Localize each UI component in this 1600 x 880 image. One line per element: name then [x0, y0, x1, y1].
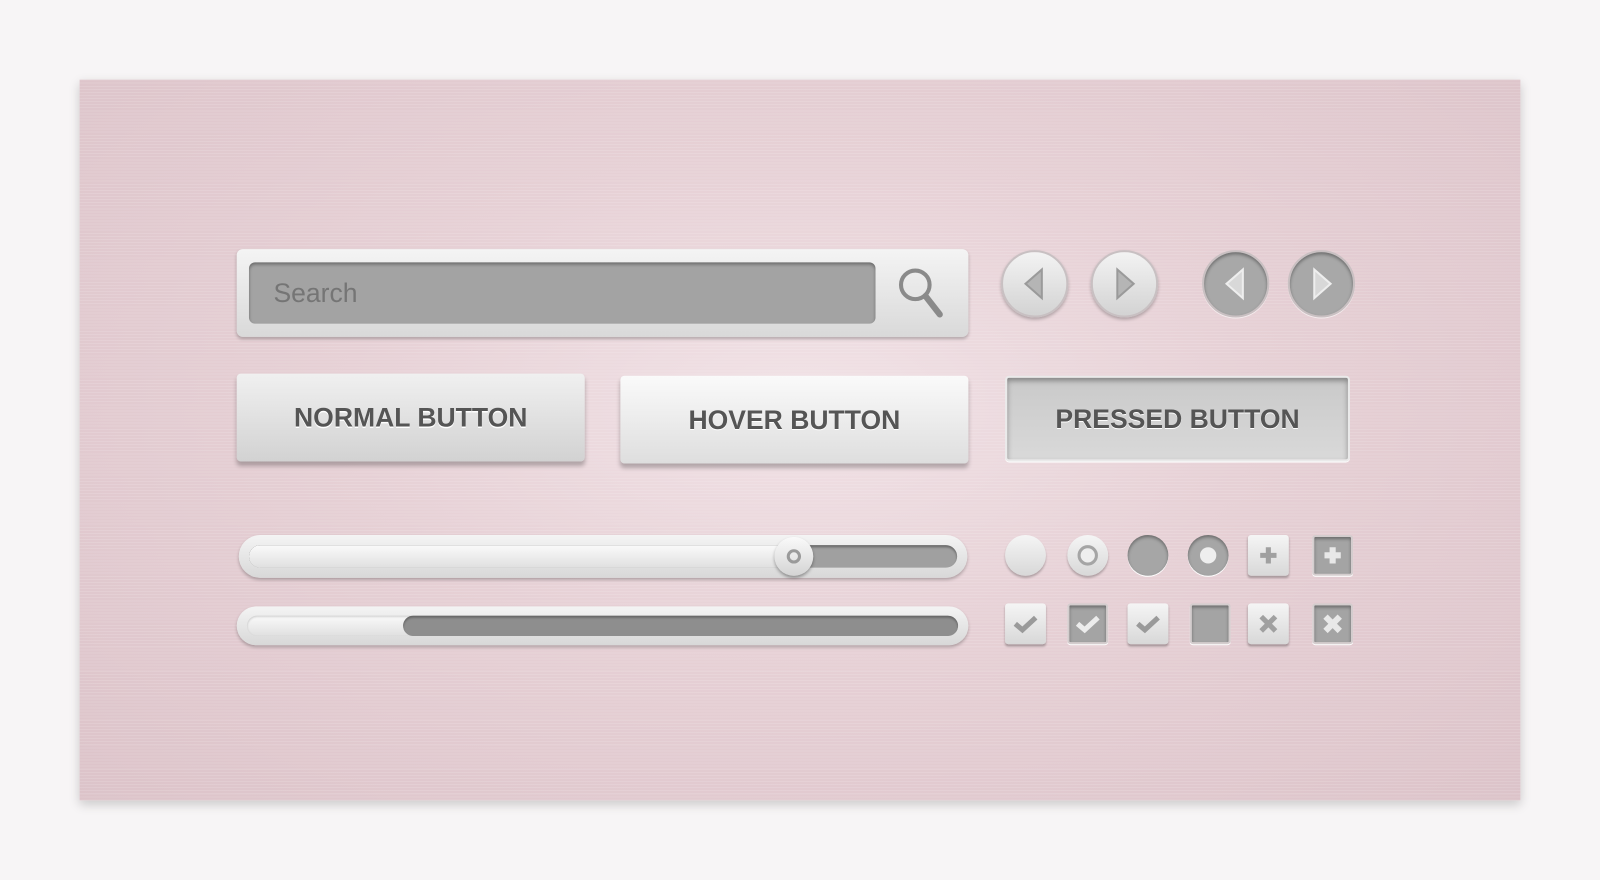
radio-checked-dark[interactable]: [1187, 534, 1229, 576]
prev-button-light[interactable]: [1001, 250, 1069, 318]
plus-button-dark[interactable]: [1312, 534, 1354, 576]
checkbox-checked-light-2[interactable]: [1127, 603, 1169, 645]
close-button-dark[interactable]: [1312, 603, 1354, 645]
checkbox-checked-dark[interactable]: [1067, 603, 1109, 645]
check-icon: [1013, 615, 1038, 634]
slider-thumb[interactable]: [774, 536, 814, 576]
progress-fill: [403, 615, 959, 637]
plus-button-light[interactable]: [1247, 534, 1289, 576]
checkbox-unchecked-dark[interactable]: [1189, 603, 1231, 645]
check-icon: [1136, 615, 1160, 634]
slider-fill: [248, 545, 795, 568]
arrow-left-icon: [1224, 267, 1244, 301]
radio-unchecked-light[interactable]: [1005, 534, 1046, 576]
x-icon: [1323, 614, 1342, 634]
radio-checked-light[interactable]: [1067, 534, 1109, 576]
checkbox-checked-light[interactable]: [1005, 603, 1046, 645]
arrow-right-icon: [1116, 267, 1136, 301]
radio-unchecked-dark[interactable]: [1127, 534, 1169, 576]
next-button-light[interactable]: [1090, 250, 1159, 318]
plus-icon: [1324, 547, 1341, 564]
prev-button-dark[interactable]: [1202, 250, 1270, 318]
slider[interactable]: [238, 534, 968, 578]
progress-bar: [236, 606, 969, 646]
arrow-left-icon: [1023, 267, 1043, 301]
plus-icon: [1260, 547, 1277, 564]
close-button-light[interactable]: [1247, 603, 1289, 645]
hover-button[interactable]: HOVER BUTTON: [620, 375, 969, 464]
search-icon[interactable]: [895, 264, 946, 320]
progress-track: [246, 615, 959, 637]
normal-button[interactable]: NORMAL BUTTON: [236, 373, 585, 462]
x-icon: [1259, 614, 1278, 633]
search-bar: [236, 249, 969, 337]
pressed-button[interactable]: PRESSED BUTTON: [1005, 375, 1350, 462]
slider-groove: [248, 545, 958, 568]
arrow-right-icon: [1313, 267, 1333, 301]
next-button-dark[interactable]: [1287, 250, 1356, 318]
check-icon: [1075, 615, 1100, 634]
search-input[interactable]: [248, 262, 876, 324]
